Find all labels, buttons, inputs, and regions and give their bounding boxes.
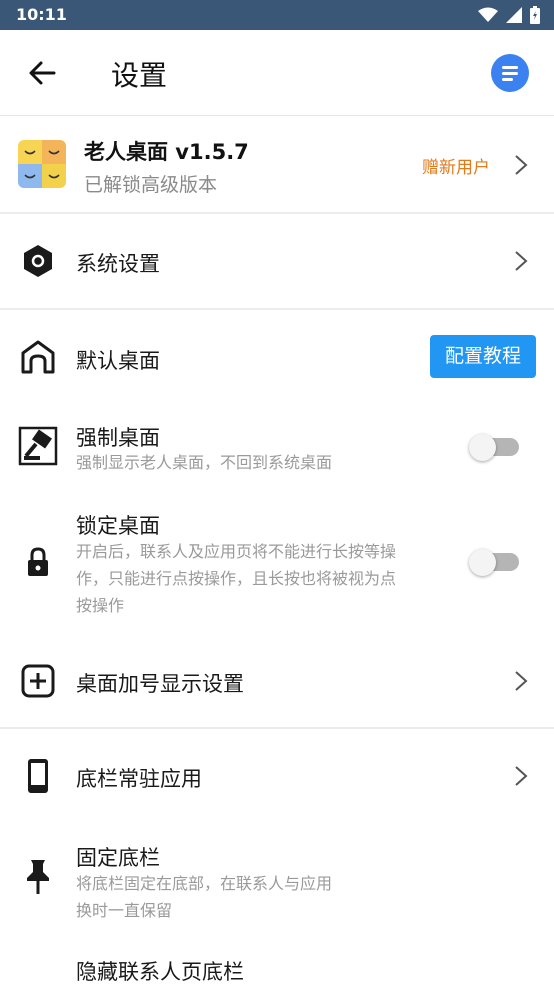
default-desktop-label: 默认桌面: [76, 349, 160, 373]
lock-desktop-toggle[interactable]: [469, 549, 519, 576]
app-name: 老人桌面 v1.5.7: [84, 140, 249, 164]
gift-new-user-link[interactable]: 赠新用户: [422, 153, 490, 178]
chevron-right-icon: [515, 251, 528, 271]
page-title: 设置: [111, 59, 168, 92]
status-icons: [478, 6, 540, 24]
fixed-dock-desc-line-1: 将底栏固定在底部，在联系人与应用: [76, 874, 333, 893]
home-icon: [21, 340, 55, 374]
fixed-dock-label: 固定底栏: [76, 846, 160, 870]
hide-contacts-dock-label: 隐藏联系人页底栏: [76, 960, 244, 984]
force-desktop-toggle[interactable]: [469, 434, 519, 461]
settings-hexagon-icon: [24, 245, 52, 277]
plus-display-label: 桌面加号显示设置: [76, 672, 244, 696]
chevron-right-icon: [515, 671, 528, 691]
lock-desktop-desc-line-3: 按操作: [76, 596, 125, 615]
lock-desktop-label: 锁定桌面: [76, 514, 160, 538]
app-logo: [18, 140, 66, 188]
force-desktop-label: 强制桌面: [76, 426, 160, 450]
force-desktop-desc: 强制显示老人桌面，不回到系统桌面: [76, 453, 333, 472]
fixed-dock-row[interactable]: 固定底栏 将底栏固定在底部，在联系人与应用 换时一直保留: [0, 836, 554, 946]
phone-icon: [28, 759, 48, 793]
menu-button[interactable]: [491, 54, 529, 92]
battery-icon: [530, 6, 540, 24]
gavel-icon: [18, 426, 58, 466]
chevron-right-icon: [515, 766, 528, 786]
lock-desktop-desc-line-2: 作，只能进行点按操作，且长按也将被视为点: [76, 569, 397, 588]
force-desktop-row[interactable]: 强制桌面 强制显示老人桌面，不回到系统桌面: [0, 404, 554, 498]
menu-lines-icon: [502, 66, 518, 81]
toggle-thumb: [469, 549, 496, 576]
divider: [0, 727, 554, 729]
status-time: 10:11: [16, 5, 67, 24]
wifi-icon: [478, 7, 498, 22]
add-box-icon: [21, 664, 55, 698]
pin-icon: [27, 860, 49, 894]
system-settings-row[interactable]: 系统设置: [0, 214, 554, 308]
plus-display-row[interactable]: 桌面加号显示设置: [0, 636, 554, 726]
dock-apps-label: 底栏常驻应用: [76, 767, 202, 791]
app-version-status: 已解锁高级版本: [84, 174, 218, 196]
lock-desktop-desc-line-1: 开启后，联系人及应用页将不能进行长按等操: [76, 542, 397, 561]
app-bar: 设置: [0, 30, 554, 116]
signal-icon: [506, 7, 522, 23]
dock-apps-row[interactable]: 底栏常驻应用: [0, 730, 554, 824]
back-arrow-icon[interactable]: [26, 58, 58, 88]
system-settings-label: 系统设置: [76, 252, 160, 276]
status-bar: 10:11: [0, 0, 554, 30]
lock-icon: [28, 547, 48, 576]
lock-desktop-row[interactable]: 锁定桌面 开启后，联系人及应用页将不能进行长按等操 作，只能进行点按操作，且长按…: [0, 504, 554, 628]
setup-guide-button[interactable]: 配置教程: [430, 335, 536, 378]
fixed-dock-desc-line-2: 换时一直保留: [76, 901, 173, 920]
chevron-right-icon: [515, 155, 528, 175]
toggle-thumb: [469, 434, 496, 461]
hide-contacts-dock-row[interactable]: 隐藏联系人页底栏: [0, 950, 554, 984]
app-info-card[interactable]: 老人桌面 v1.5.7 已解锁高级版本 赠新用户: [0, 118, 554, 212]
